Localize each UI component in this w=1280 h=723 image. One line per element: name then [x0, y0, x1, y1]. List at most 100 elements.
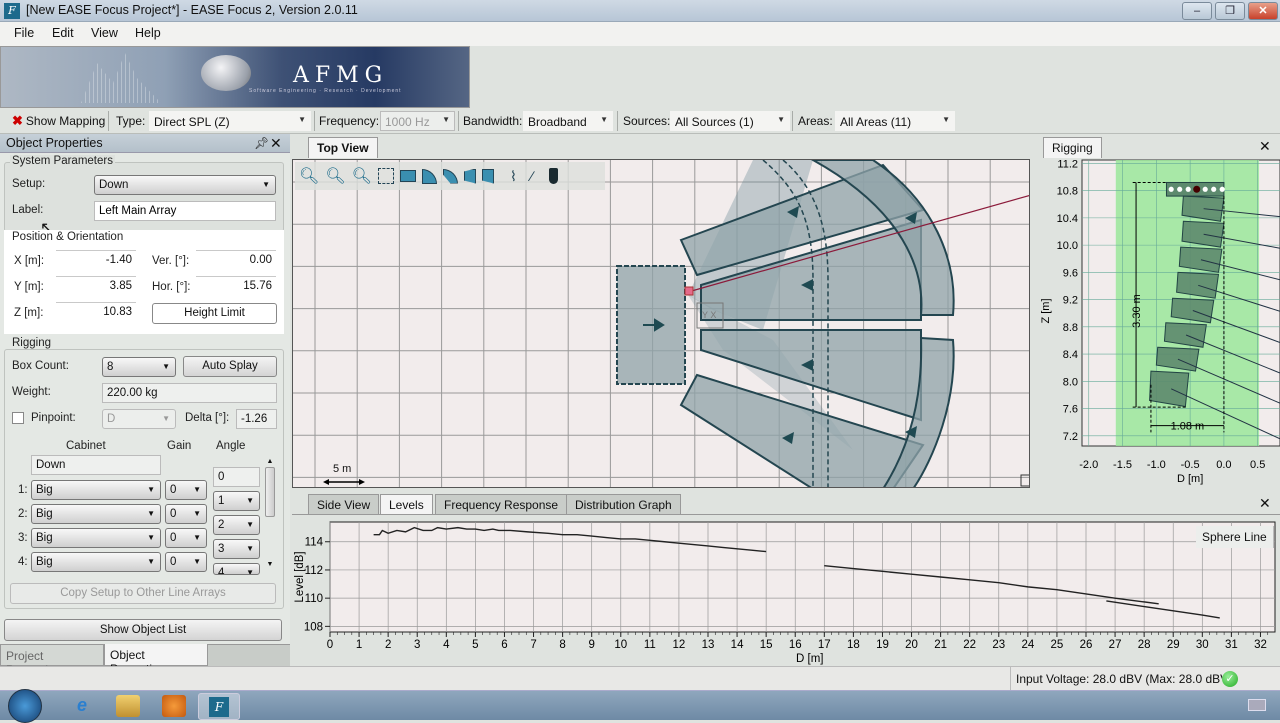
gain-dropdown[interactable]: 0 ▼: [165, 528, 207, 548]
gain-dropdown[interactable]: 0 ▼: [165, 480, 207, 500]
x-field[interactable]: -1.40: [56, 250, 136, 270]
x-tick-label: 7: [530, 639, 536, 651]
zoom-out-icon[interactable]: 🔍︎: [352, 166, 372, 186]
copy-setup-button[interactable]: Copy Setup to Other Line Arrays: [10, 583, 276, 604]
ver-field[interactable]: 0.00: [196, 250, 276, 270]
bandwidth-dropdown[interactable]: Broadband ▼: [523, 111, 613, 131]
label-input[interactable]: [94, 201, 276, 221]
label-label: Label:: [12, 204, 44, 216]
tab-strip-filler: [208, 644, 290, 666]
cabinet-dropdown[interactable]: Big ▼: [31, 552, 161, 572]
x-axis-label: D [m]: [796, 653, 823, 665]
delta-label: Delta [°]:: [185, 412, 230, 424]
z-axis-label: Z [m]: [1040, 298, 1052, 323]
z-field[interactable]: 10.83: [56, 302, 136, 322]
rect-area-icon[interactable]: [399, 170, 416, 182]
hor-field[interactable]: 15.76: [196, 276, 276, 296]
cabinet-dropdown[interactable]: Big ▼: [31, 504, 161, 524]
weight-label: Weight:: [12, 386, 51, 398]
start-orb-icon[interactable]: [8, 689, 42, 723]
frequency-dropdown[interactable]: 1000 Hz ▼: [380, 111, 455, 131]
media-player-icon[interactable]: [162, 695, 186, 717]
sources-dropdown[interactable]: All Sources (1) ▼: [670, 111, 790, 131]
x-tick-label: 2: [385, 639, 391, 651]
cabinet-dropdown[interactable]: Big ▼: [31, 480, 161, 500]
x-tick-label: 32: [1254, 639, 1267, 651]
gain-value: 0: [170, 508, 177, 520]
speaker-icon[interactable]: [549, 168, 559, 184]
scroll-up-icon[interactable]: ▲: [264, 458, 276, 465]
d-tick-label: 0.0: [1216, 459, 1231, 471]
zoom-extents-icon[interactable]: 🔍︎: [325, 166, 345, 186]
angle-dropdown[interactable]: 3 ▼: [213, 539, 260, 559]
pickup-point: [1177, 186, 1183, 192]
menu-file[interactable]: File: [14, 26, 34, 40]
trapezoid-area-icon[interactable]: [463, 168, 476, 184]
d-tick-label: -1.0: [1147, 459, 1166, 471]
auto-splay-button[interactable]: Auto Splay: [183, 356, 277, 377]
levels-chart: 0 1 2 3 4 5 6 7 8 9 10 11 12 13 14 15 16 17 18 19 20 21 22 23 24…: [294, 521, 1276, 665]
chevron-down-icon: ▼: [193, 509, 201, 518]
file-explorer-icon[interactable]: [116, 695, 140, 717]
delta-field[interactable]: -1.26: [236, 409, 277, 429]
cabinet-dropdown[interactable]: Big ▼: [31, 528, 161, 548]
gain-value: 0: [170, 532, 177, 544]
ease-focus-taskbar-button[interactable]: F: [198, 693, 240, 720]
scroll-thumb[interactable]: [265, 467, 275, 517]
main-toolbar: ✖ Show Mapping Type: Direct SPL (Z) ▼ Fre…: [0, 108, 1280, 134]
position-title: Position & Orientation: [12, 231, 124, 243]
menu-edit[interactable]: Edit: [52, 26, 74, 40]
trapezoid-area-2-icon[interactable]: [481, 168, 494, 184]
top-view-drawing: Y X: [293, 160, 1029, 487]
rows-scrollbar[interactable]: ▲ ▼: [264, 458, 276, 576]
gain-dropdown[interactable]: 0 ▼: [165, 552, 207, 572]
bandwidth-value: Broadband: [528, 115, 587, 129]
box-count-dropdown[interactable]: 8 ▼: [102, 357, 176, 377]
height-limit-button[interactable]: Height Limit: [152, 303, 277, 324]
gain-dropdown[interactable]: 0 ▼: [165, 504, 207, 524]
cabinet: [1149, 370, 1190, 408]
line-array-icon[interactable]: ⌇: [510, 168, 517, 185]
show-mapping-button[interactable]: ✖ Show Mapping: [12, 112, 105, 130]
y-field[interactable]: 3.85: [56, 276, 136, 296]
minimize-button[interactable]: –: [1182, 2, 1212, 20]
pin-icon[interactable]: 📌︎: [254, 136, 269, 150]
restore-button[interactable]: ❐: [1215, 2, 1245, 20]
y-tick-label: 114: [305, 537, 324, 549]
angle-dropdown[interactable]: 1 ▼: [213, 491, 260, 511]
top-view-canvas[interactable]: Y X 5 m 🔍︎ 🔍︎ 🔍︎ ⌇ ∕: [292, 159, 1030, 488]
type-dropdown[interactable]: Direct SPL (Z) ▼: [149, 111, 311, 131]
menu-help[interactable]: Help: [135, 26, 161, 40]
scroll-down-icon[interactable]: ▼: [264, 561, 276, 568]
x-tick-label: 10: [614, 639, 627, 651]
sphere-line-button[interactable]: Sphere Line: [1196, 526, 1274, 548]
hor-label: Hor. [°]:: [152, 281, 191, 293]
y-axis-label: Level [dB]: [294, 551, 306, 602]
zoom-in-icon[interactable]: 🔍︎: [299, 166, 319, 186]
row-index: 1:: [18, 484, 28, 496]
select-area-icon[interactable]: [377, 168, 394, 184]
z-tick-label: 8.8: [1063, 322, 1078, 334]
measure-icon[interactable]: ∕: [531, 168, 533, 184]
pinpoint-dropdown[interactable]: D ▼: [102, 409, 176, 429]
tab-top-view[interactable]: Top View: [308, 137, 378, 158]
angle-dropdown[interactable]: 4 ▼: [213, 563, 260, 575]
setup-dropdown[interactable]: Down ▼: [94, 175, 276, 195]
areas-dropdown[interactable]: All Areas (11) ▼: [835, 111, 955, 131]
quarter-circle-area-icon[interactable]: [421, 168, 437, 184]
show-object-list-button[interactable]: Show Object List: [4, 619, 282, 641]
tab-object-properties[interactable]: Object Properties: [104, 644, 208, 676]
arc-area-icon[interactable]: [442, 168, 458, 184]
pinpoint-checkbox[interactable]: [12, 412, 24, 424]
chevron-down-icon: ▼: [246, 544, 254, 553]
internet-explorer-icon[interactable]: e: [70, 695, 94, 717]
angle-dropdown[interactable]: 2 ▼: [213, 515, 260, 535]
tab-project-properties[interactable]: Project Properties: [0, 644, 104, 677]
d-axis-label: D [m]: [1177, 473, 1203, 485]
keyboard-icon[interactable]: [1248, 699, 1266, 711]
close-button[interactable]: ✕: [1248, 2, 1278, 20]
menu-view[interactable]: View: [91, 26, 118, 40]
close-icon[interactable]: ✕: [270, 135, 282, 152]
chevron-down-icon: ▼: [942, 115, 950, 124]
x-tick-label: 9: [588, 639, 594, 651]
